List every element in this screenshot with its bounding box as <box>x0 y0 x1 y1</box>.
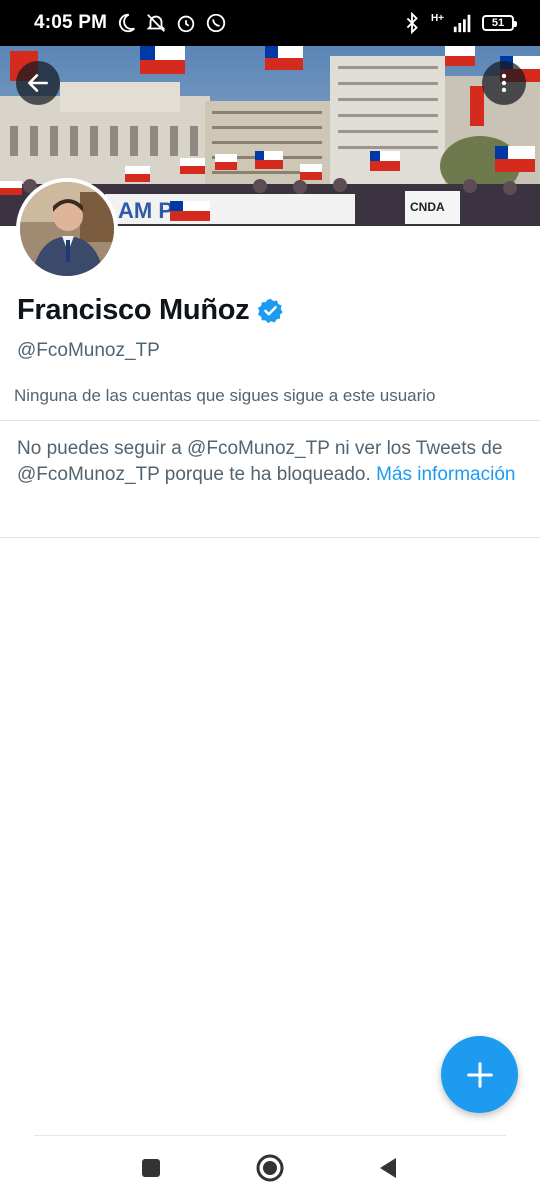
recent-apps-button[interactable] <box>133 1150 169 1186</box>
avatar[interactable] <box>16 178 118 280</box>
back-button[interactable] <box>16 61 60 105</box>
profile-handle: @FcoMunoz_TP <box>17 340 160 361</box>
circle-home-icon <box>256 1154 284 1182</box>
verified-badge-icon[interactable] <box>257 297 284 324</box>
display-name: Francisco Muñoz <box>17 294 250 326</box>
more-vertical-icon <box>501 73 507 93</box>
plus-icon <box>466 1061 493 1088</box>
network-type: H+ <box>430 13 444 24</box>
followers-you-know-note: Ninguna de las cuentas que sigues sigue … <box>14 386 436 405</box>
status-time: 4:05 PM <box>34 12 108 33</box>
bluetooth-icon <box>406 12 418 34</box>
nav-separator <box>34 1135 506 1136</box>
battery-indicator: 51 <box>482 15 517 31</box>
more-options-button[interactable] <box>482 61 526 105</box>
divider <box>0 537 540 538</box>
status-bar: 4:05 PM H+ 51 <box>0 0 540 46</box>
arrow-left-icon <box>28 74 48 92</box>
alarm-icon <box>177 15 195 33</box>
signal-icon <box>453 14 471 33</box>
banner-sign-right-text: CNDA <box>410 200 445 214</box>
more-info-link[interactable]: Más información <box>376 464 515 485</box>
avatar-photo <box>20 182 114 276</box>
whatsapp-icon <box>207 13 226 33</box>
compose-tweet-button[interactable] <box>441 1036 518 1113</box>
triangle-back-icon <box>380 1158 396 1178</box>
moon-icon <box>119 13 136 33</box>
home-button[interactable] <box>252 1150 288 1186</box>
notifications-off-icon <box>146 14 166 32</box>
blocked-message: No puedes seguir a @FcoMunoz_TP ni ver l… <box>17 436 517 488</box>
square-icon <box>142 1159 160 1177</box>
name-row: Francisco Muñoz <box>17 294 284 327</box>
system-back-button[interactable] <box>370 1150 406 1186</box>
divider <box>0 420 540 421</box>
